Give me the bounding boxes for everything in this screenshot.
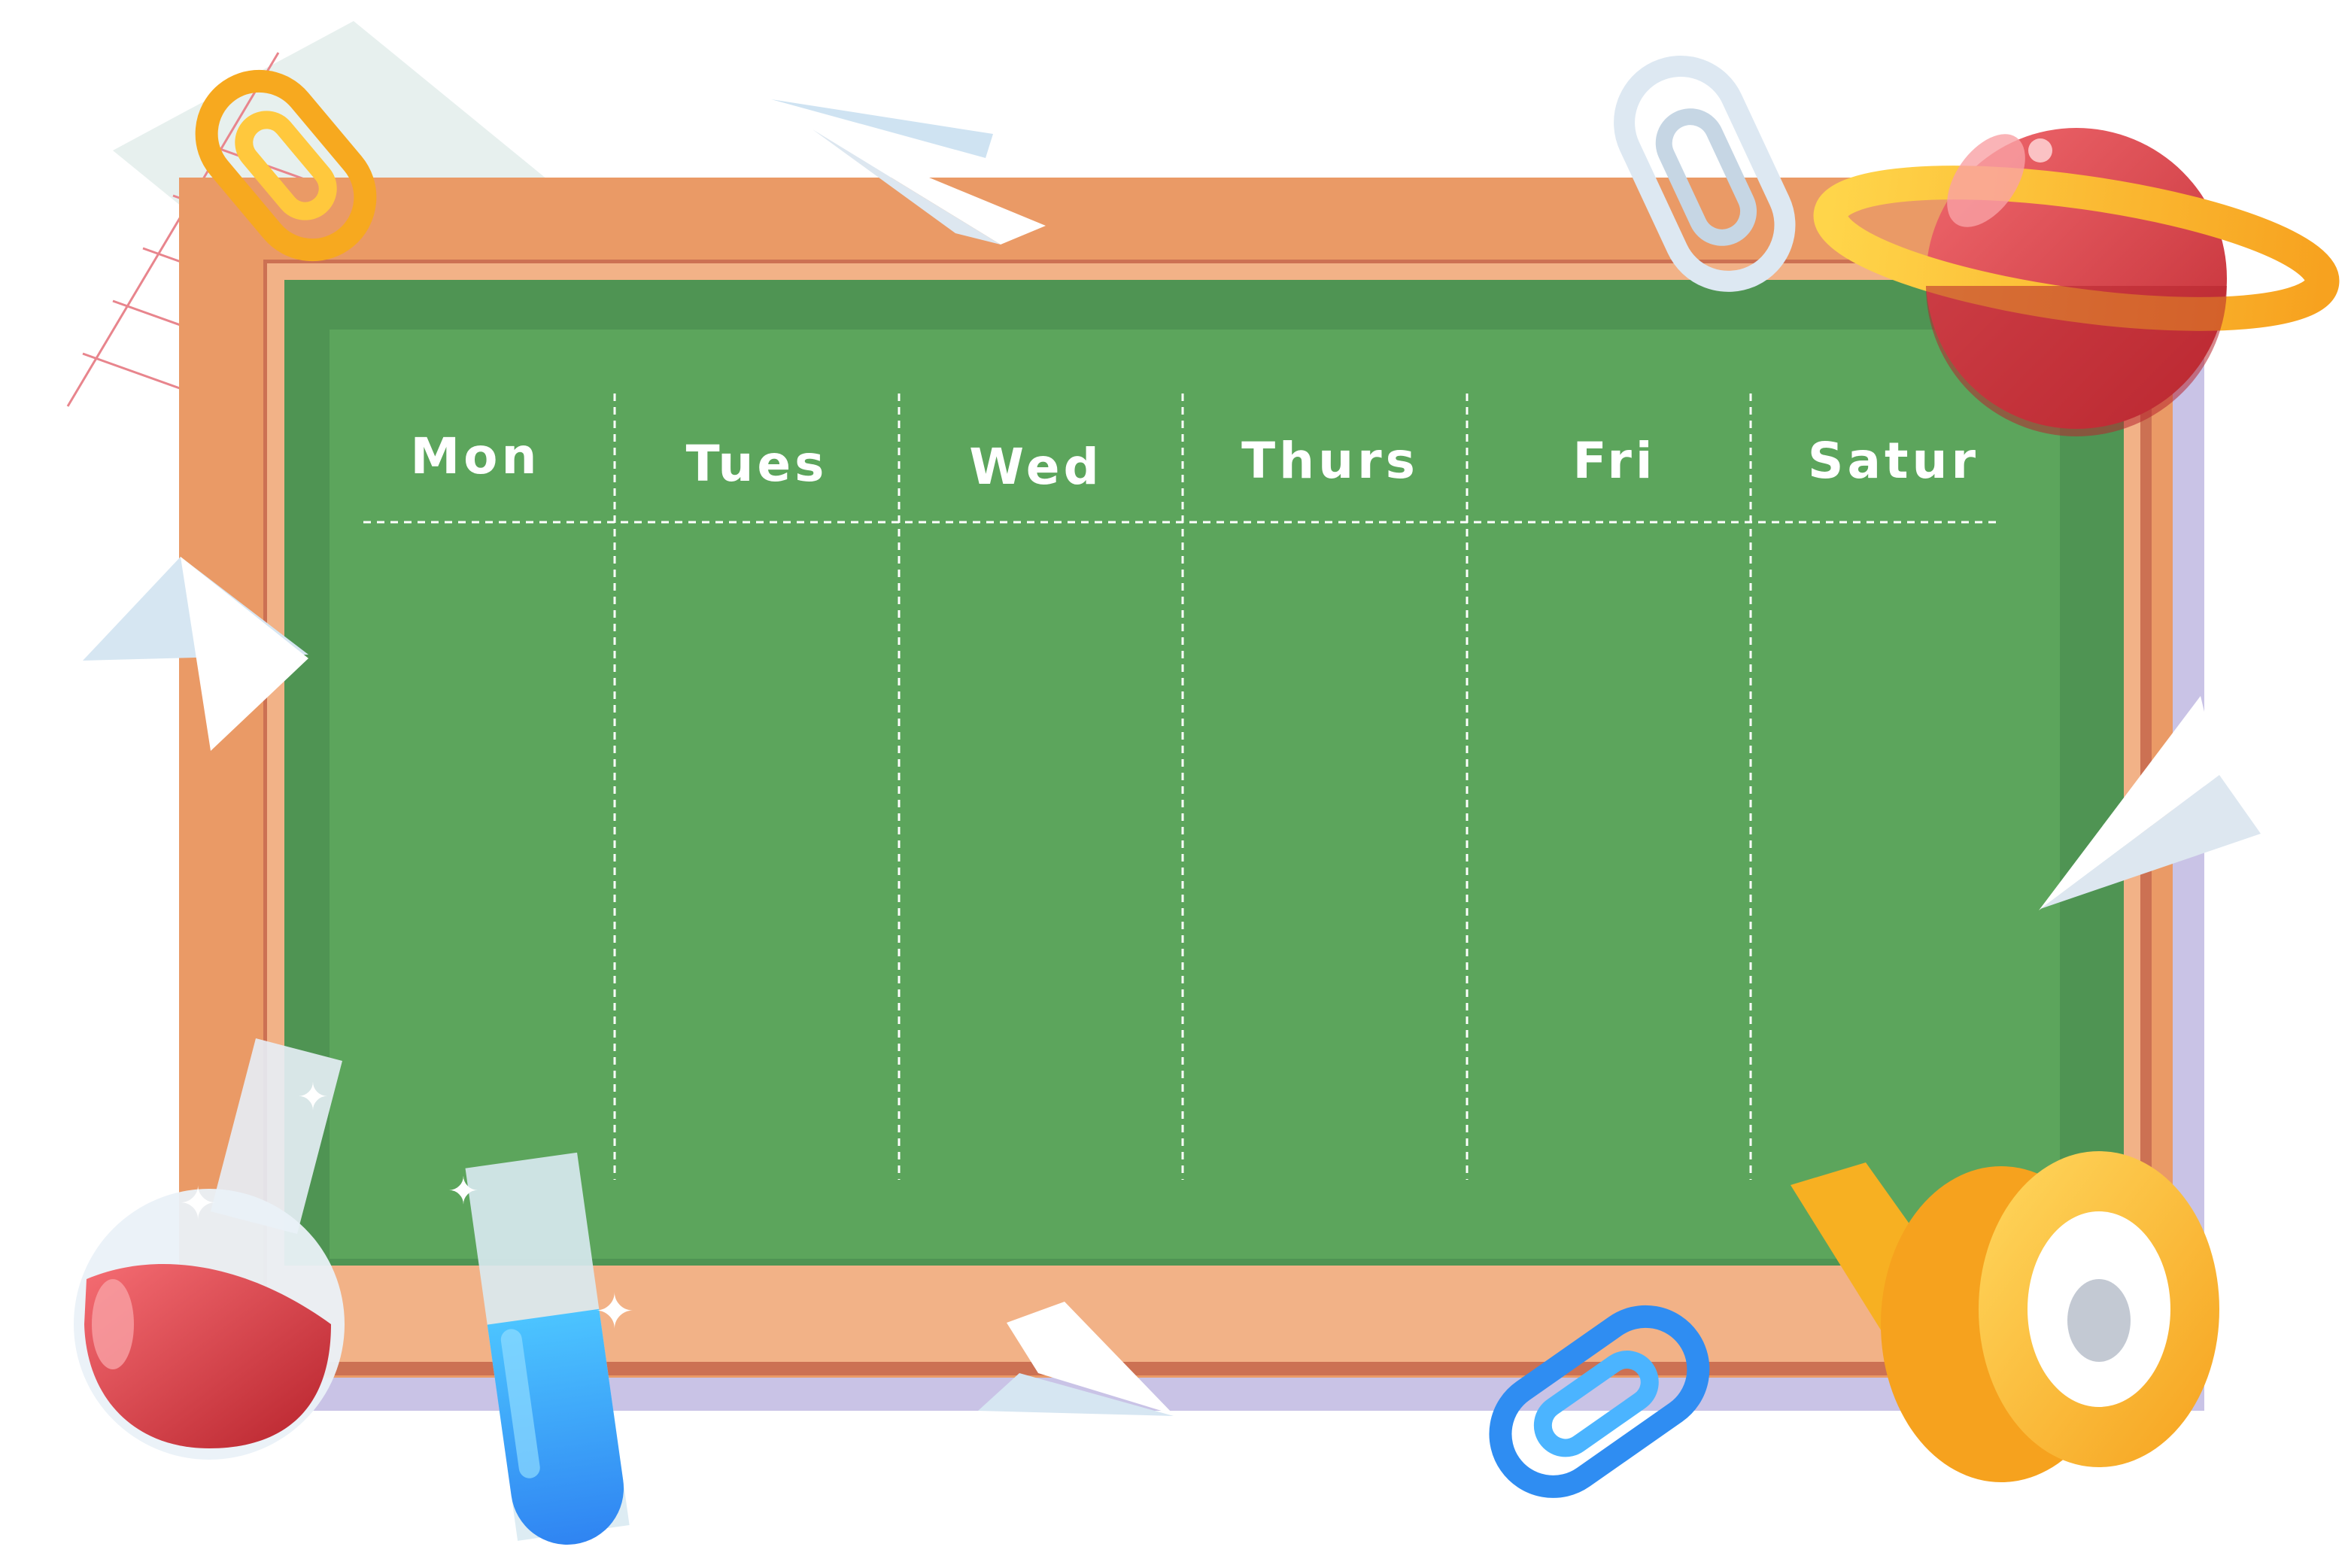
timetable-illustration: ✦ ✦ ✦ ✦ [66, 21, 2340, 1545]
day-header-mon: Mon [410, 427, 541, 485]
svg-text:✦: ✦ [179, 1178, 217, 1230]
svg-text:✦: ✦ [594, 1284, 635, 1340]
day-header-tues: Tues [685, 435, 828, 493]
svg-text:✦: ✦ [297, 1075, 329, 1119]
chalkboard [330, 330, 2060, 1259]
day-header-satur: Satur [1807, 432, 1980, 490]
day-header-wed: Wed [969, 438, 1103, 496]
day-header-fri: Fri [1572, 432, 1657, 490]
svg-text:✦: ✦ [448, 1169, 479, 1213]
day-header-thurs: Thurs [1241, 432, 1419, 490]
